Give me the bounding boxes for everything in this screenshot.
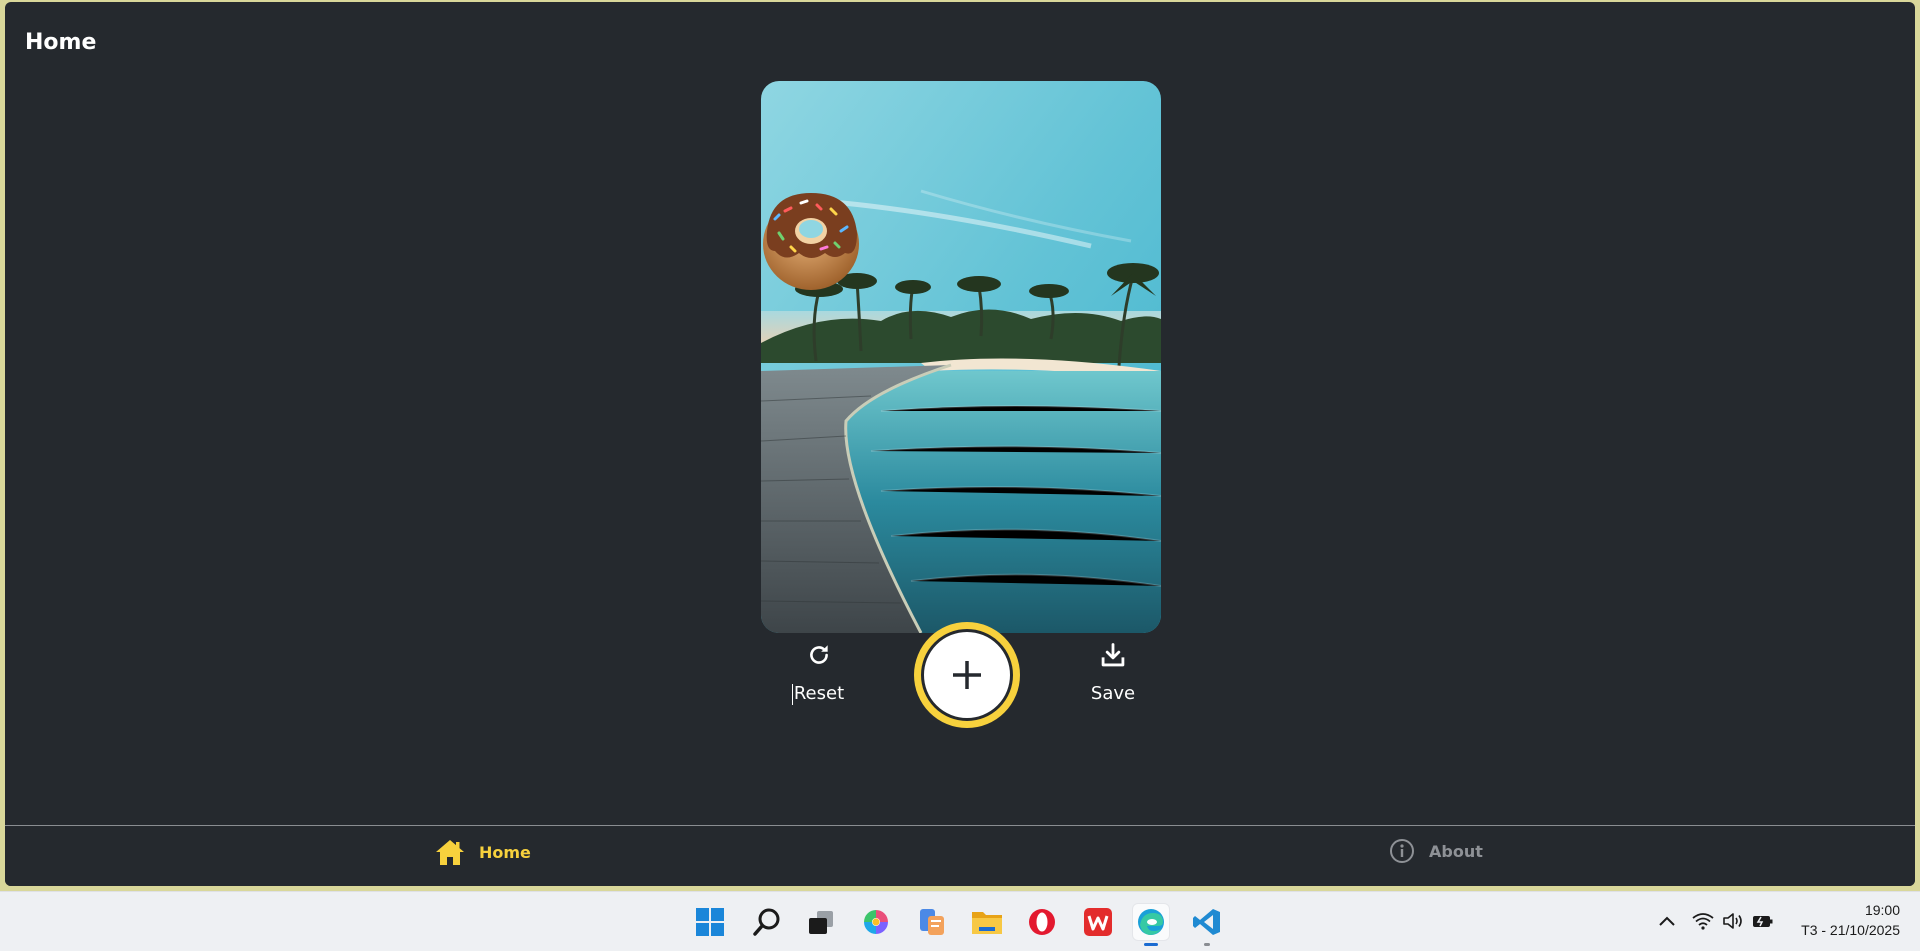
clock-date: T3 - 21/10/2025	[1801, 922, 1900, 938]
canvas-image[interactable]	[761, 81, 1161, 633]
phone-link-icon[interactable]	[914, 904, 950, 940]
refresh-icon	[803, 639, 835, 671]
tab-about-label: About	[1429, 841, 1483, 861]
app-window: Home Reset Save Home About	[5, 2, 1915, 886]
donut-sticker	[763, 193, 859, 290]
add-button-inner	[921, 629, 1013, 721]
vscode-icon[interactable]	[1189, 904, 1225, 946]
running-app-indicator	[1204, 943, 1210, 946]
wps-office-icon[interactable]	[1080, 904, 1116, 940]
tab-about[interactable]: About	[1389, 838, 1483, 864]
reset-label: Reset	[793, 683, 845, 704]
plus-icon	[953, 661, 981, 689]
volume-icon[interactable]	[1720, 906, 1746, 936]
save-button[interactable]: Save	[1068, 639, 1158, 719]
copilot-icon[interactable]	[858, 904, 894, 940]
clock-time: 19:00	[1864, 902, 1900, 918]
wifi-icon[interactable]	[1690, 906, 1716, 936]
page-title: Home	[25, 30, 97, 55]
bottom-tab-bar: Home About	[5, 825, 1915, 886]
info-icon	[1390, 839, 1414, 863]
text-caret	[791, 684, 793, 705]
reset-button[interactable]: Reset	[774, 639, 864, 719]
task-view-icon[interactable]	[803, 904, 839, 940]
save-label: Save	[1090, 683, 1136, 704]
tab-home[interactable]: Home	[435, 838, 531, 866]
edge-icon[interactable]	[1133, 904, 1169, 946]
battery-icon[interactable]	[1750, 906, 1776, 936]
file-explorer-icon[interactable]	[969, 904, 1005, 940]
download-icon	[1097, 639, 1129, 671]
tab-home-label: Home	[479, 842, 531, 862]
active-app-indicator	[1144, 943, 1158, 946]
home-icon	[436, 840, 464, 865]
chevron-up-icon[interactable]	[1654, 906, 1680, 936]
opera-icon[interactable]	[1024, 904, 1060, 940]
search-icon[interactable]	[749, 904, 785, 940]
taskbar: 19:00 T3 - 21/10/2025	[0, 891, 1920, 951]
add-sticker-button[interactable]	[914, 622, 1020, 728]
system-clock[interactable]: 19:00 T3 - 21/10/2025	[1780, 900, 1900, 940]
windows-start-icon[interactable]	[692, 904, 728, 940]
